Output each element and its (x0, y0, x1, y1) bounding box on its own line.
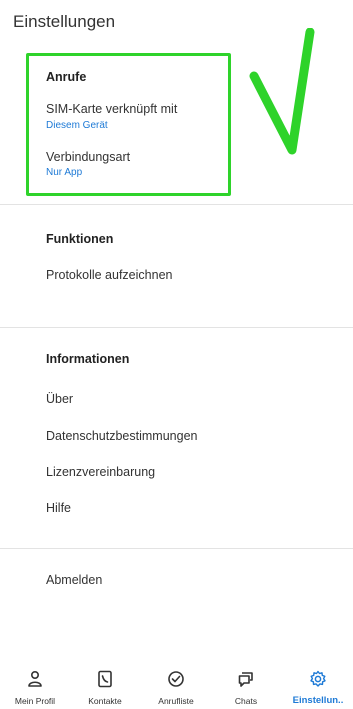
gear-icon (310, 670, 326, 687)
nav-item-contacts[interactable]: Kontakte (70, 668, 140, 709)
nav-item-call-history[interactable]: Anrufliste (141, 668, 211, 709)
record-logs-item[interactable]: Protokolle aufzeichnen (46, 268, 172, 282)
nav-item-chats[interactable]: Chats (211, 668, 281, 709)
divider (0, 204, 353, 205)
contacts-book-icon (98, 670, 112, 688)
section-heading-informationen: Informationen (46, 352, 130, 366)
divider (0, 327, 353, 328)
logout-item[interactable]: Abmelden (46, 573, 102, 587)
page-title: Einstellungen (13, 12, 116, 31)
license-agreement-item[interactable]: Lizenzvereinbarung (46, 465, 155, 479)
nav-label-profile: Mein Profil (14, 696, 56, 706)
call-history-icon (168, 671, 184, 687)
nav-label-contacts: Kontakte (88, 696, 122, 706)
checkmark-annotation (249, 28, 315, 155)
section-heading-funktionen: Funktionen (46, 232, 114, 246)
divider (0, 548, 353, 549)
person-icon (28, 670, 42, 687)
nav-label-call-history: Anrufliste (158, 696, 194, 706)
bottom-navigation: Mein Profil Kontakte Anrufliste Chats Ei… (0, 668, 353, 709)
chat-bubbles-icon (238, 672, 253, 687)
nav-item-settings[interactable]: Einstellun.. (283, 668, 353, 709)
nav-label-chats: Chats (234, 696, 258, 706)
nav-label-settings: Einstellun.. (292, 695, 344, 706)
help-item[interactable]: Hilfe (46, 501, 71, 515)
privacy-policy-item[interactable]: Datenschutzbestimmungen (46, 429, 197, 443)
highlight-annotation-box (26, 53, 231, 196)
nav-item-profile[interactable]: Mein Profil (0, 668, 70, 709)
about-item[interactable]: Über (46, 392, 73, 406)
